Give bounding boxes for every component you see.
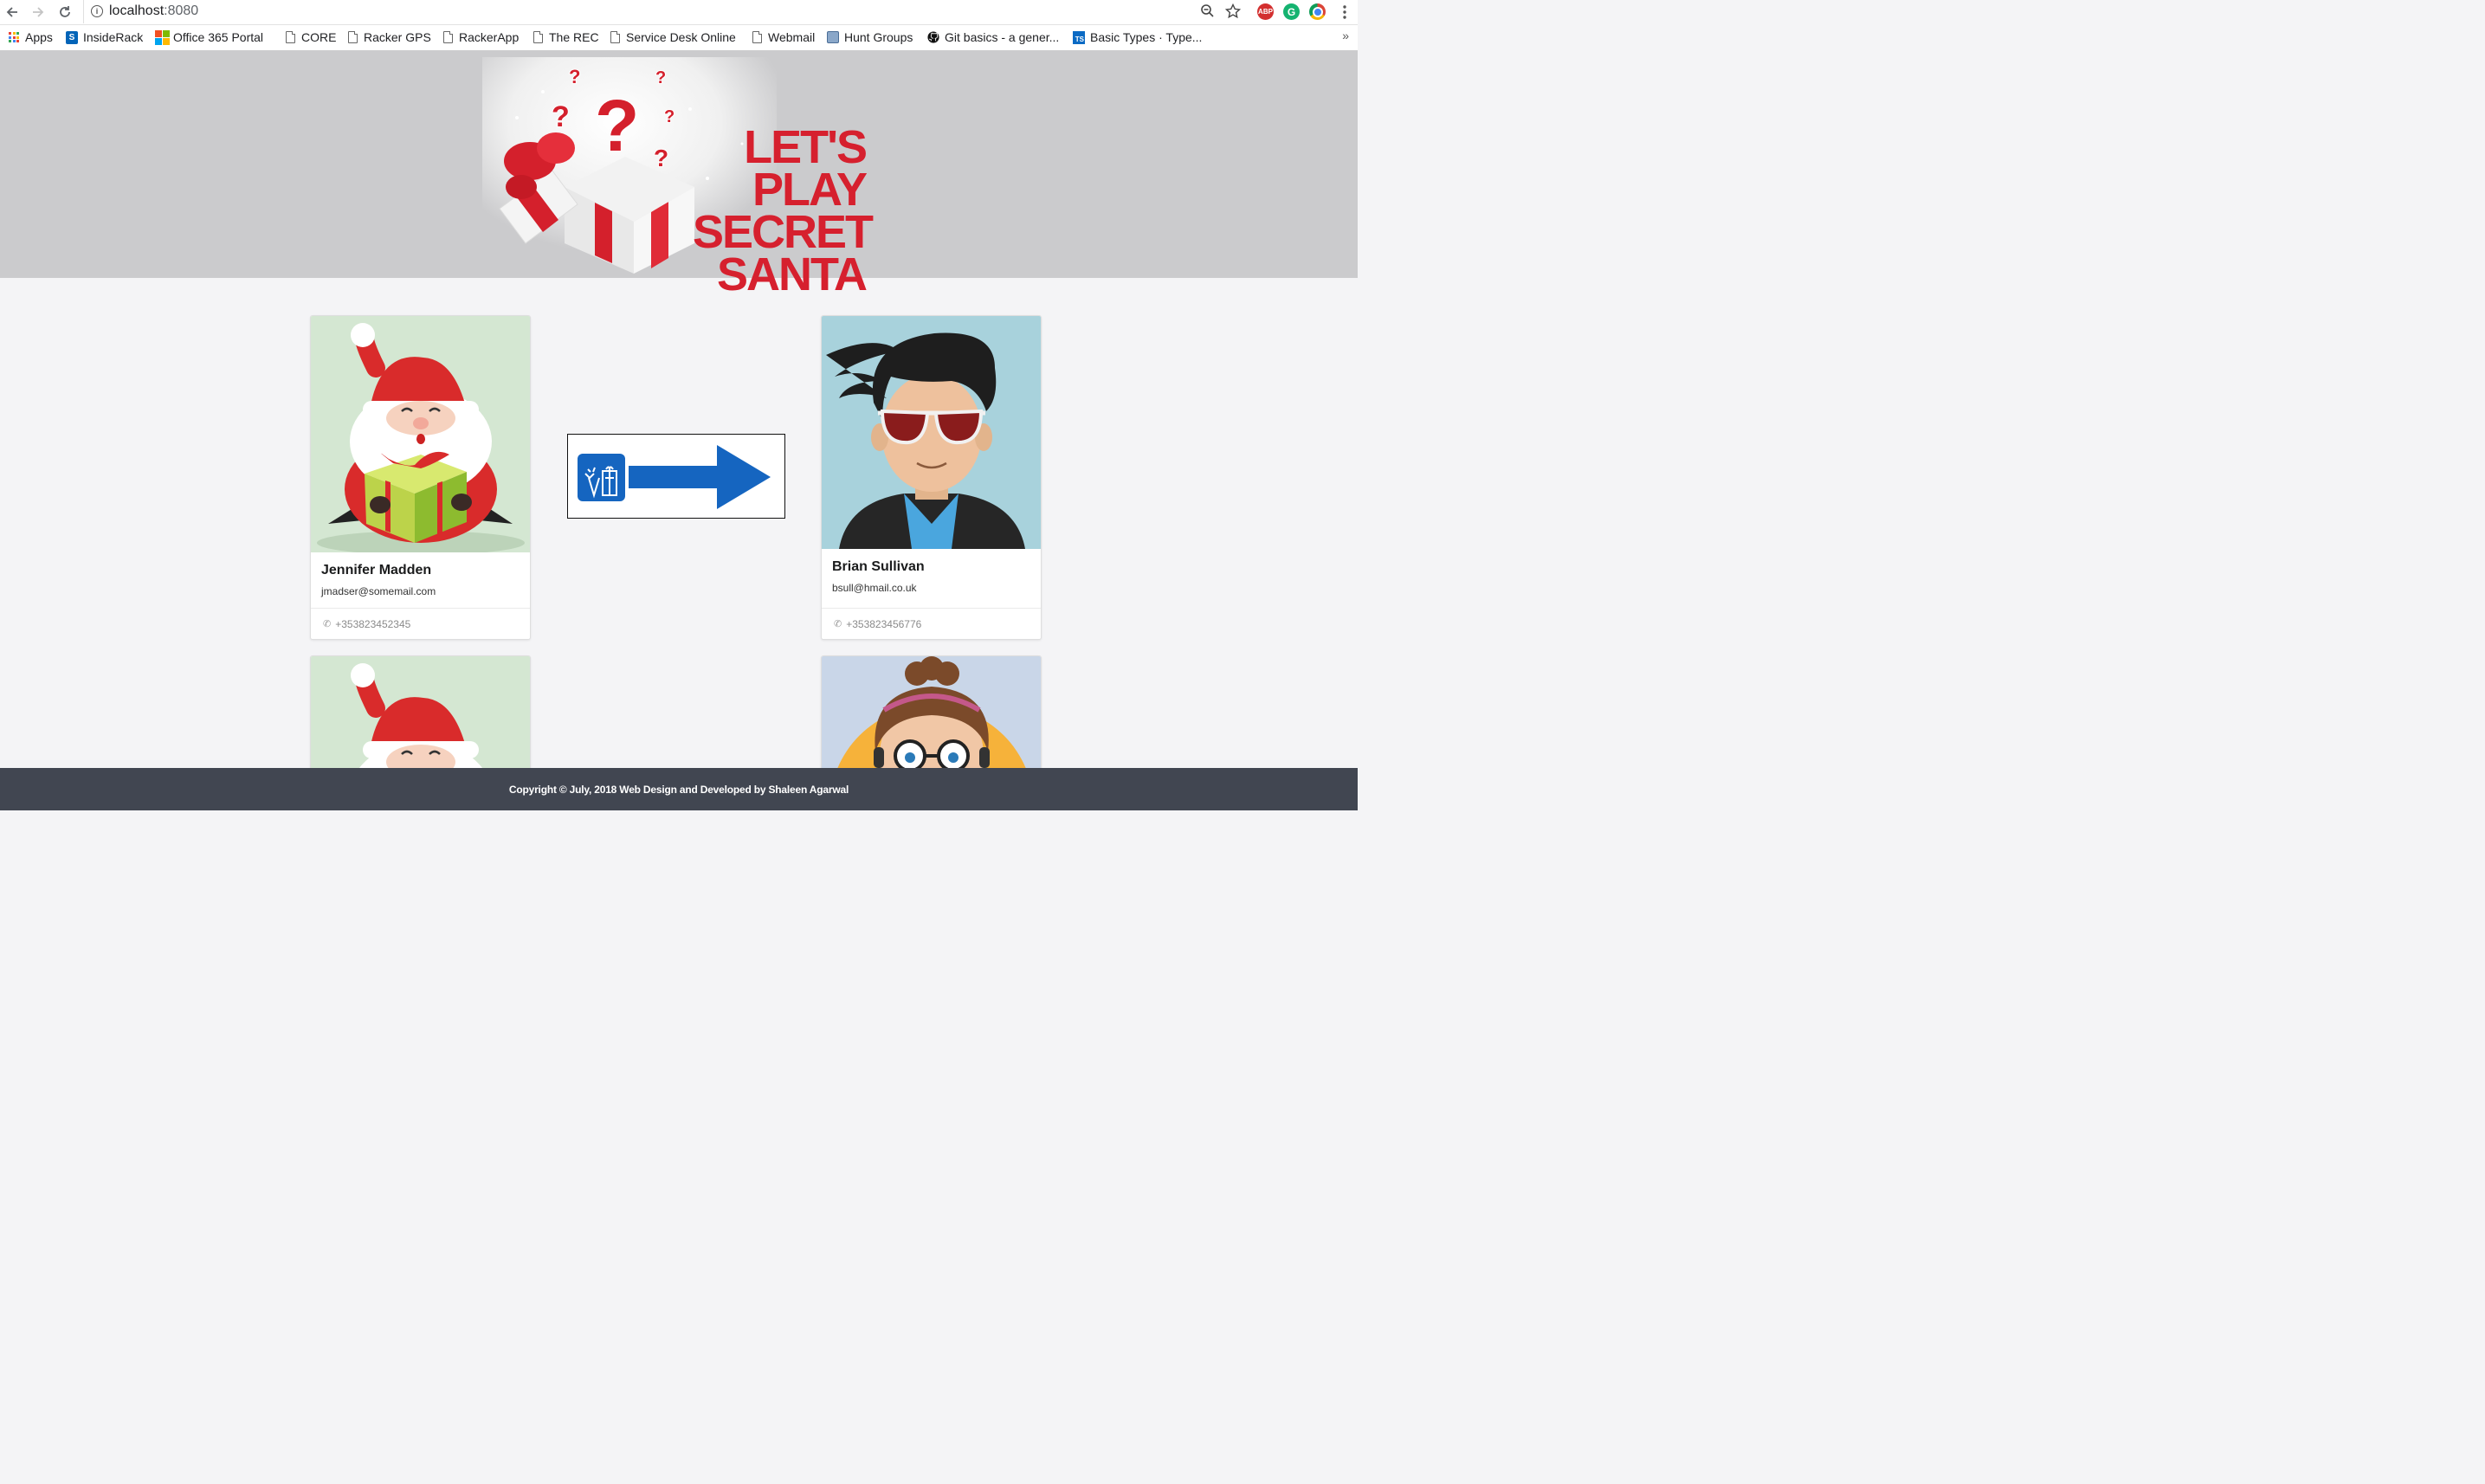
footer-copyright: Copyright © July, 2018 Web Design and De… [508, 783, 849, 796]
bookmark-rackerapp[interactable]: RackerApp [442, 29, 519, 45]
address-bar[interactable]: i localhost:8080 [83, 0, 1249, 23]
banner-line-4: SANTA [717, 248, 868, 300]
back-icon[interactable] [2, 2, 23, 23]
github-icon [927, 30, 939, 44]
zoom-icon[interactable] [1200, 3, 1215, 23]
phone-box-icon [827, 30, 839, 44]
svg-text:?: ? [569, 66, 580, 87]
bookmarks-bar: Apps S InsideRack Office 365 Portal CORE… [0, 25, 1358, 51]
url-text[interactable]: localhost:8080 [109, 3, 198, 19]
bookmark-basic-types[interactable]: TS Basic Types · Type... [1073, 29, 1202, 45]
bookmark-label: Basic Types · Type... [1090, 30, 1203, 44]
santa-phone: +353823452345 [335, 617, 411, 630]
url-port: :8080 [164, 3, 199, 18]
bookmark-office-365[interactable]: Office 365 Portal [154, 29, 264, 45]
giftee-phone: +353823456776 [846, 617, 922, 630]
bookmark-git-basics[interactable]: Git basics - a gener... [927, 29, 1059, 45]
santa-avatar [311, 656, 530, 777]
santa-name: Jennifer Madden [321, 563, 432, 577]
typescript-icon: TS [1073, 30, 1085, 44]
santa-phone-row: ✆ +353823452345 [311, 608, 530, 639]
svg-text:?: ? [552, 100, 570, 133]
bookmark-label: RackerApp [459, 30, 520, 44]
giftee-avatar-girl [822, 656, 1041, 777]
bookmark-label: CORE [301, 30, 337, 44]
bookmark-core[interactable]: CORE [284, 29, 336, 45]
banner-line-3: SECRET [693, 206, 874, 258]
browser-toolbar: i localhost:8080 ABP G [0, 0, 1358, 25]
grammarly-icon[interactable]: G [1283, 3, 1300, 20]
adblock-icon[interactable]: ABP [1257, 3, 1274, 20]
apps-grid-icon [8, 30, 20, 44]
reload-icon[interactable] [55, 2, 75, 23]
phone-icon: ✆ [323, 619, 332, 629]
bookmark-label: InsideRack [83, 30, 144, 44]
page-icon [532, 30, 544, 44]
bookmark-label: Service Desk Online [626, 30, 736, 44]
chrome-extension-icon[interactable] [1309, 3, 1326, 20]
banner-line-2: PLAY [752, 164, 868, 216]
giftee-email: bsull@hmail.co.uk [832, 582, 917, 594]
bookmark-label: Hunt Groups [844, 30, 913, 44]
bookmark-label: Racker GPS [364, 30, 431, 44]
banner-title: LET'S PLAY SECRET SANTA [693, 121, 874, 300]
bookmark-label: Webmail [768, 30, 816, 44]
bookmark-label: The REC [549, 30, 599, 44]
svg-text:?: ? [595, 85, 639, 166]
giftee-name: Brian Sullivan [832, 559, 925, 574]
svg-text:?: ? [664, 107, 674, 126]
page-footer: Copyright © July, 2018 Web Design and De… [0, 768, 1358, 810]
url-host: localhost [109, 3, 165, 18]
svg-text:?: ? [654, 145, 668, 171]
giftee-card-second [821, 655, 1042, 778]
bookmark-label: Office 365 Portal [173, 30, 264, 44]
bookmark-service-desk[interactable]: Service Desk Online [609, 29, 736, 45]
phone-icon: ✆ [834, 619, 842, 629]
menu-kebab-icon[interactable] [1334, 2, 1355, 23]
site-info-icon[interactable]: i [91, 5, 103, 17]
bookmark-hunt-groups[interactable]: Hunt Groups [827, 29, 913, 45]
gift-arrow-box [567, 434, 785, 519]
hero-banner: ? ? ? ? ? ? LET'S PLAY SECRET SANTA [0, 50, 1358, 298]
bookmarks-overflow-button[interactable]: » [1342, 29, 1349, 42]
svg-text:?: ? [655, 68, 666, 87]
santa-card-second [310, 655, 531, 778]
bookmark-label: Apps [25, 30, 53, 44]
santa-avatar [311, 316, 530, 552]
page-icon [442, 30, 454, 44]
bookmark-the-rec[interactable]: The REC [532, 29, 599, 45]
page-icon [346, 30, 358, 44]
adblock-label: ABP [1258, 8, 1273, 16]
bookmark-apps[interactable]: Apps [8, 29, 53, 45]
santa-email: jmadser@somemail.com [321, 585, 436, 597]
forward-icon[interactable] [28, 2, 48, 23]
banner-line-1: LET'S [744, 121, 868, 173]
office-icon [154, 29, 170, 45]
bookmark-webmail[interactable]: Webmail [751, 29, 815, 45]
bookmark-insiderack[interactable]: S InsideRack [66, 29, 143, 45]
page-icon [284, 30, 296, 44]
giftee-phone-row: ✆ +353823456776 [822, 608, 1041, 639]
bookmark-racker-gps[interactable]: Racker GPS [346, 29, 431, 45]
gift-arrow-icon [578, 445, 771, 509]
page-icon [751, 30, 763, 44]
bookmark-label: Git basics - a gener... [945, 30, 1060, 44]
giftee-avatar [822, 316, 1041, 549]
giftee-card: Brian Sullivan bsull@hmail.co.uk ✆ +3538… [821, 315, 1042, 640]
bookmark-star-icon[interactable] [1224, 3, 1242, 23]
santa-card: Jennifer Madden jmadser@somemail.com ✆ +… [310, 315, 531, 640]
page-icon [609, 30, 621, 44]
overflow-chevron: » [1342, 29, 1349, 42]
sharepoint-icon: S [66, 30, 78, 44]
